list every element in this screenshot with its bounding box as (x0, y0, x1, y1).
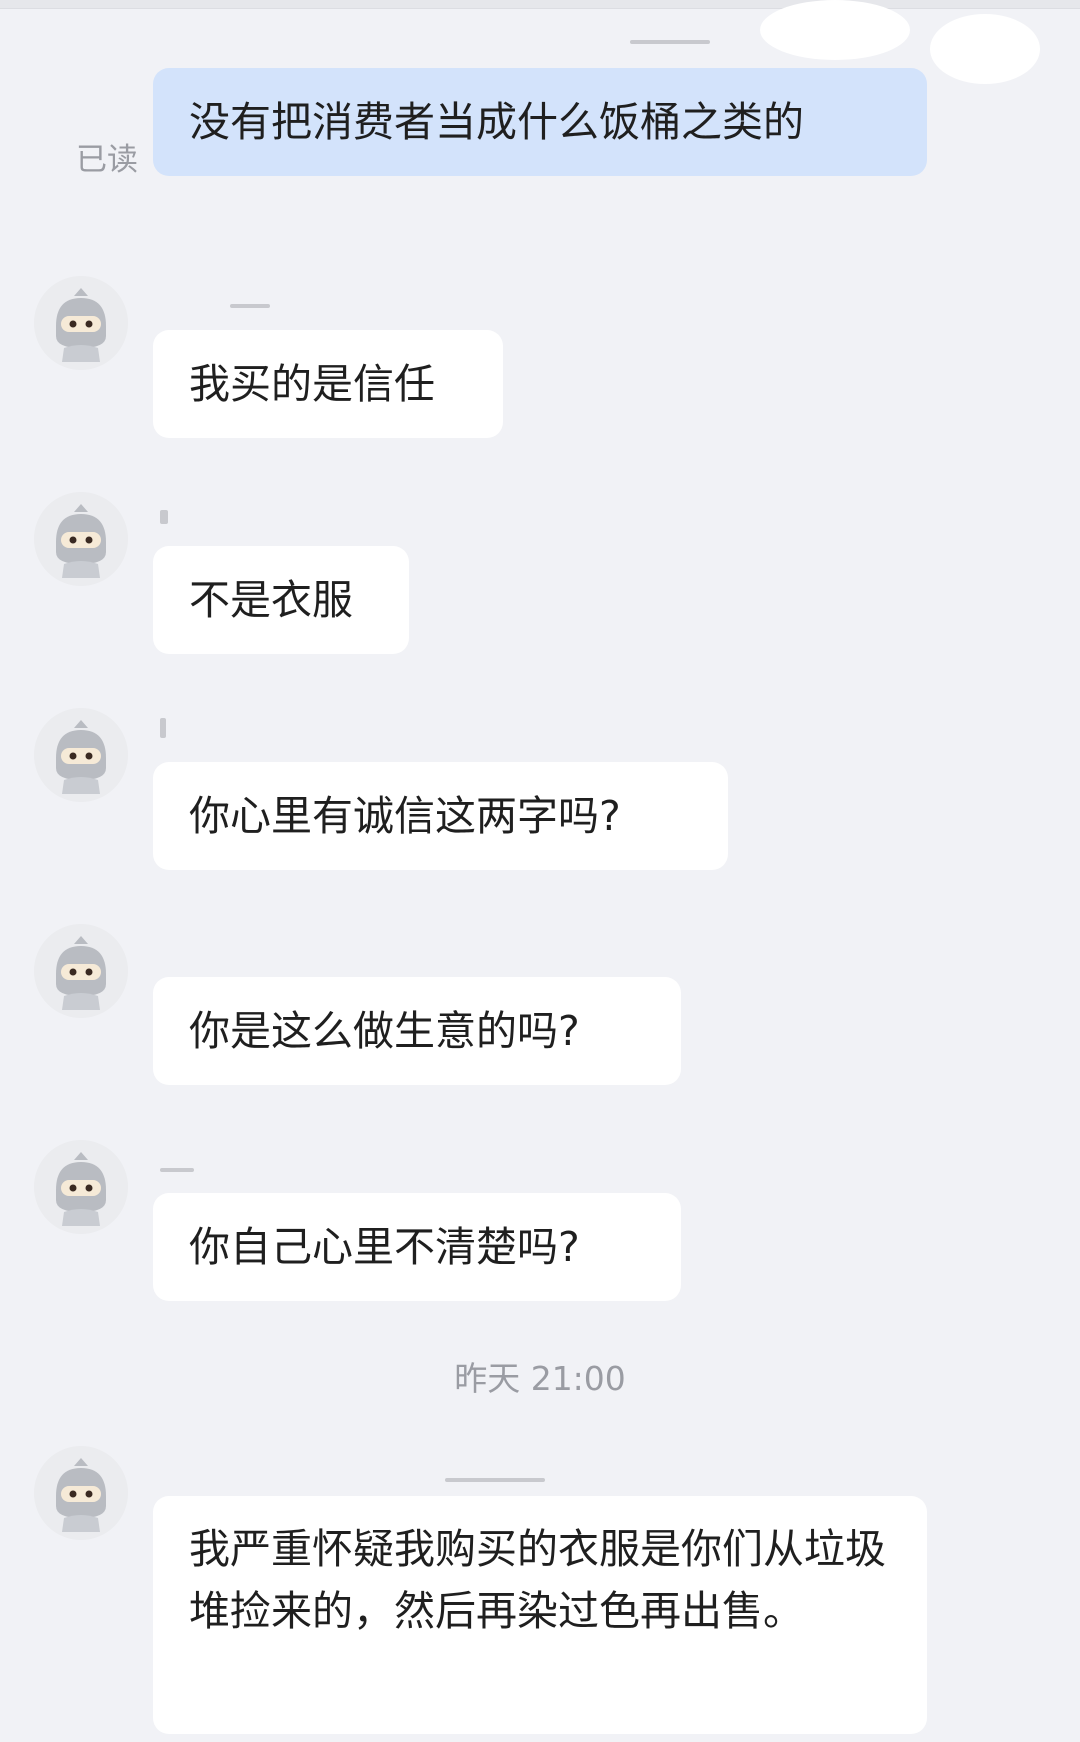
avatar[interactable] (34, 1140, 128, 1234)
ninja-avatar-icon (34, 924, 128, 1018)
avatar[interactable] (34, 1446, 128, 1540)
avatar[interactable] (34, 276, 128, 370)
message-text: 没有把消费者当成什么饭桶之类的 (189, 98, 804, 146)
message-bubble-other[interactable]: 我买的是信任 (153, 330, 503, 438)
sender-name-redacted (230, 304, 270, 308)
read-status-label: 已读 (76, 142, 138, 178)
ninja-avatar-icon (34, 1140, 128, 1234)
message-text: 你自己心里不清楚吗? (189, 1223, 580, 1271)
ninja-avatar-icon (34, 1446, 128, 1540)
message-bubble-other[interactable]: 你心里有诚信这两字吗? (153, 762, 728, 870)
message-bubble-other[interactable]: 你自己心里不清楚吗? (153, 1193, 681, 1301)
avatar[interactable] (34, 708, 128, 802)
message-bubble-other[interactable]: 你是这么做生意的吗? (153, 977, 681, 1085)
message-bubble-self[interactable]: 没有把消费者当成什么饭桶之类的 (153, 68, 927, 176)
ninja-avatar-icon (34, 708, 128, 802)
redaction-mark (930, 14, 1040, 84)
sender-name-redacted (445, 1478, 545, 1482)
avatar[interactable] (34, 924, 128, 1018)
sender-name-redacted (160, 510, 168, 524)
sender-name-redacted (160, 718, 166, 738)
message-text: 你是这么做生意的吗? (189, 1007, 580, 1055)
message-text: 我严重怀疑我购买的衣服是你们从垃圾堆捡来的，然后再染过色再出售。 (189, 1525, 886, 1635)
ninja-avatar-icon (34, 492, 128, 586)
message-text: 不是衣服 (189, 576, 353, 624)
message-text: 你心里有诚信这两字吗? (189, 792, 621, 840)
top-edge (0, 0, 1080, 9)
avatar[interactable] (34, 492, 128, 586)
time-divider: 昨天 21:00 (454, 1359, 626, 1398)
message-bubble-other[interactable]: 不是衣服 (153, 546, 409, 654)
ninja-avatar-icon (34, 276, 128, 370)
sender-name-redacted (160, 1168, 194, 1172)
message-bubble-other[interactable]: 我严重怀疑我购买的衣服是你们从垃圾堆捡来的，然后再染过色再出售。 (153, 1496, 927, 1734)
redaction-mark (760, 0, 910, 60)
message-text: 我买的是信任 (189, 360, 435, 408)
sender-name-redacted (630, 40, 710, 44)
